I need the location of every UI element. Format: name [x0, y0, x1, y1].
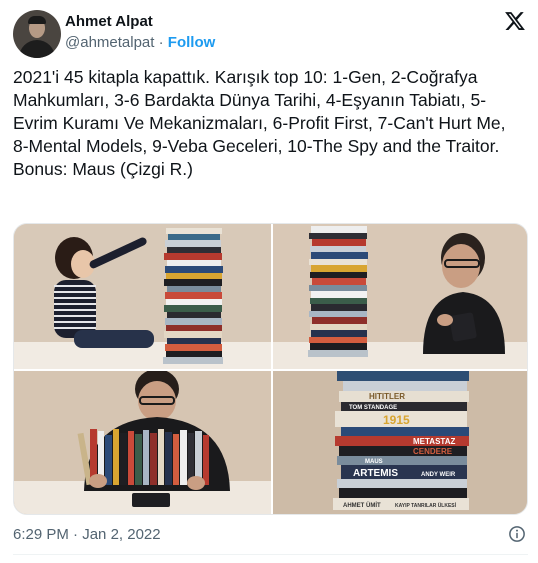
tweet-time: 6:29 PM — [13, 526, 69, 543]
author-handle[interactable]: @ahmetalpat — [65, 34, 154, 51]
handle-separator: · — [154, 34, 168, 51]
spine-label: 1915 — [383, 413, 410, 427]
photo-man-with-books-table[interactable] — [14, 371, 271, 514]
author-handle-row: @ahmetalpat · Follow — [65, 34, 215, 51]
media-grid: HITITLER TOM STANDAGE 1915 METASTAZ CEND… — [13, 223, 528, 515]
photo-man-stack-drawing — [273, 224, 527, 369]
photo-book-spines[interactable]: HITITLER TOM STANDAGE 1915 METASTAZ CEND… — [273, 371, 527, 514]
author-name[interactable]: Ahmet Alpat — [65, 13, 153, 30]
tweet-card: Ahmet Alpat @ahmetalpat · Follow 2021'i … — [0, 0, 538, 563]
spine-label: TOM STANDAGE — [349, 405, 397, 411]
photo-man-with-stack[interactable] — [273, 224, 527, 369]
footer-divider — [13, 554, 528, 555]
spine-label: METASTAZ — [413, 437, 455, 446]
spine-label: AHMET ÜMİT — [343, 502, 381, 509]
tweet-header: Ahmet Alpat @ahmetalpat · Follow — [13, 10, 528, 58]
spine-label: ANDY WEIR — [421, 472, 456, 478]
photo-spines-drawing: HITITLER TOM STANDAGE 1915 METASTAZ CEND… — [273, 371, 527, 514]
tweet-timestamp[interactable]: 6:29 PM · Jan 2, 2022 — [13, 526, 161, 543]
tweet-text: 2021'i 45 kitapla kapattık. Karışık top … — [13, 67, 506, 179]
x-logo-icon[interactable] — [504, 10, 526, 32]
avatar-shoulders — [19, 40, 55, 58]
spine-label: HITITLER — [369, 392, 405, 401]
photo-man-table-drawing — [14, 371, 271, 514]
info-icon[interactable] — [508, 525, 526, 543]
spine-label: KAYIP TANRILAR ÜLKESİ — [395, 502, 457, 509]
follow-button[interactable]: Follow — [168, 34, 216, 51]
avatar-hair — [28, 16, 46, 24]
date-separator: · — [68, 526, 83, 543]
tweet-date: Jan 2, 2022 — [82, 526, 161, 543]
photo-girl-with-books[interactable] — [14, 224, 271, 369]
avatar[interactable] — [13, 10, 61, 58]
spine-label: MAUS — [365, 459, 383, 465]
spine-label: ARTEMIS — [353, 468, 398, 479]
photo-girl-drawing — [14, 224, 271, 369]
spine-label: CENDERE — [413, 447, 453, 456]
